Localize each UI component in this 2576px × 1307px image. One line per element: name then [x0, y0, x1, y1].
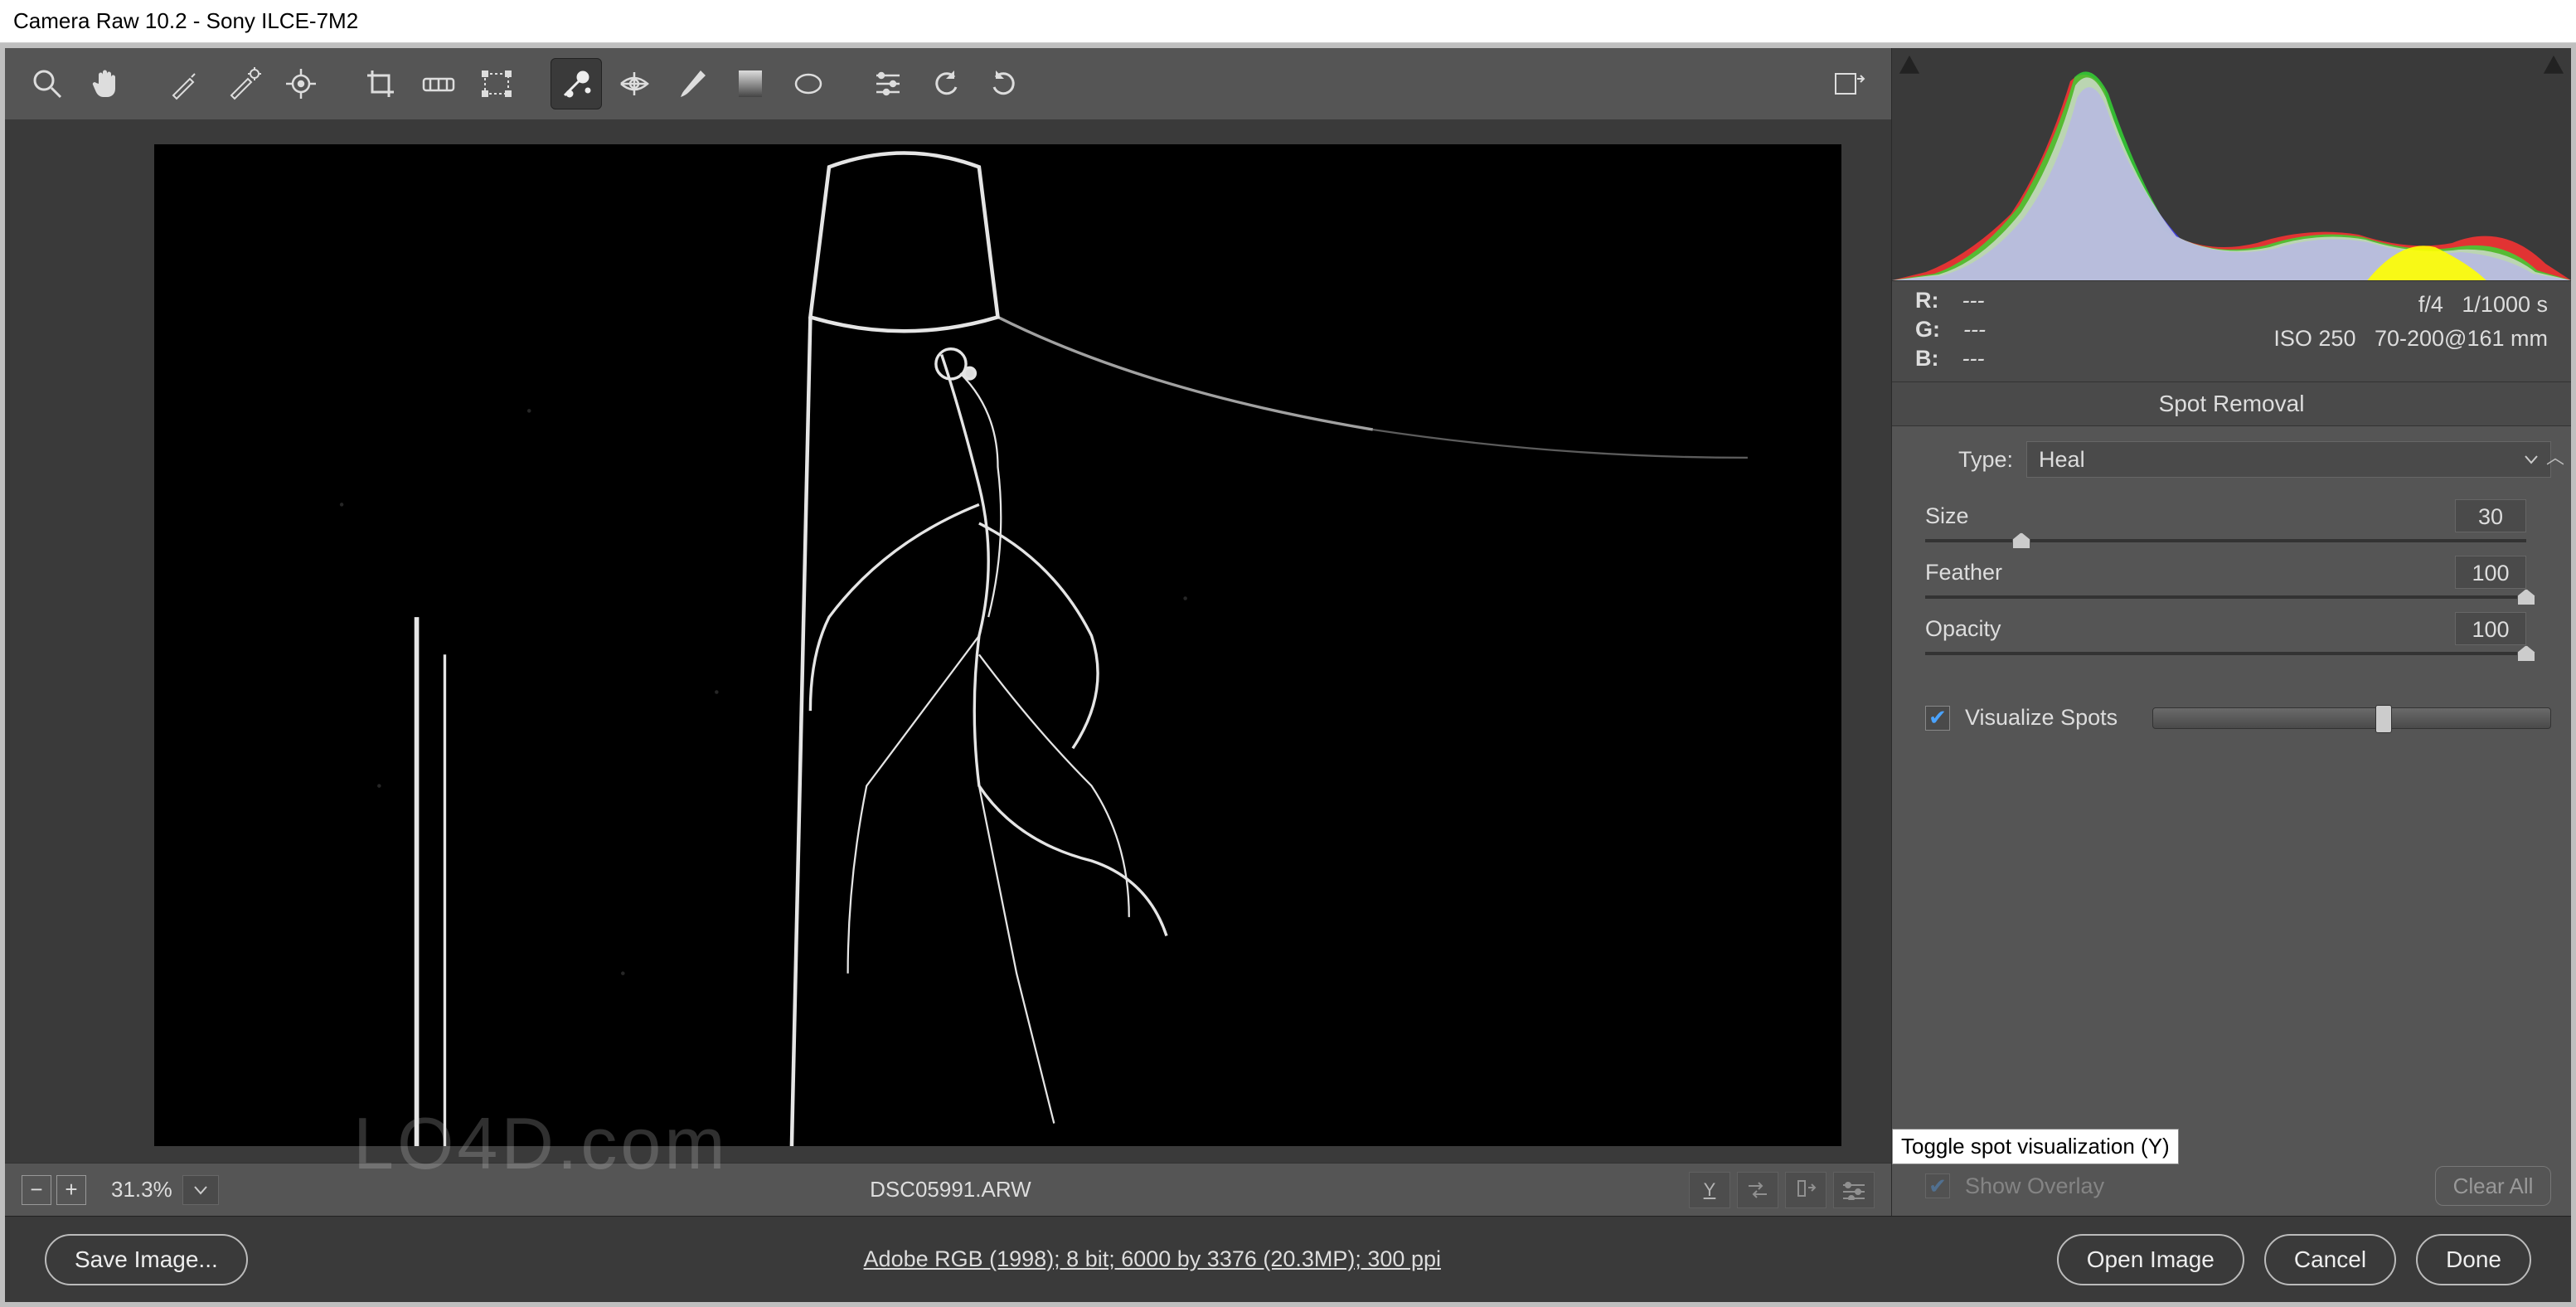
visualize-spots-label: Visualize Spots — [1965, 705, 2118, 731]
spot-removal-panel: ︿ Type: Heal Size 30 Feather 100 — [1892, 426, 2571, 1216]
histogram[interactable] — [1892, 48, 2571, 280]
type-dropdown[interactable]: Heal — [2026, 441, 2551, 478]
red-eye-tool[interactable] — [609, 58, 660, 109]
slider-track[interactable] — [1925, 539, 2526, 542]
rotate-ccw-tool[interactable] — [920, 58, 972, 109]
done-button[interactable]: Done — [2416, 1234, 2531, 1285]
slider-value-input[interactable]: 100 — [2455, 556, 2526, 589]
iso: ISO 250 — [2273, 326, 2355, 351]
slider-value-input[interactable]: 30 — [2455, 499, 2526, 532]
type-label: Type: — [1958, 447, 2013, 473]
left-column: − + 31.3% DSC05991.ARW Y — [5, 48, 1891, 1216]
b-label: B: — [1915, 346, 1939, 372]
crop-tool[interactable] — [355, 58, 406, 109]
readout: R: --- G: --- B: --- f/4 1/1000 s ISO 250 7… — [1892, 280, 2571, 382]
compare-toggle[interactable]: Y — [1689, 1172, 1730, 1208]
adjustment-brush-tool[interactable] — [667, 58, 718, 109]
r-label: R: — [1915, 288, 1939, 313]
clear-all-button[interactable]: Clear All — [2435, 1166, 2551, 1206]
window-title: Camera Raw 10.2 - Sony ILCE-7M2 — [13, 8, 358, 34]
main-area: − + 31.3% DSC05991.ARW Y — [5, 48, 2571, 1216]
slider-label: Feather — [1925, 560, 2002, 585]
spot-removal-tool[interactable] — [551, 58, 602, 109]
toggle-fullscreen-button[interactable] — [1823, 58, 1875, 109]
slider-label: Opacity — [1925, 616, 2001, 642]
open-image-button[interactable]: Open Image — [2057, 1234, 2244, 1285]
g-label: G: — [1915, 317, 1940, 343]
rotate-cw-tool[interactable] — [978, 58, 1030, 109]
image-canvas[interactable] — [154, 144, 1841, 1146]
slider-label: Size — [1925, 503, 1969, 529]
footer: LO4D.com Save Image... Adobe RGB (1998);… — [5, 1216, 2571, 1302]
graduated-filter-tool[interactable] — [725, 58, 776, 109]
visualize-spots-slider[interactable] — [2152, 707, 2551, 729]
transform-tool[interactable] — [471, 58, 522, 109]
white-balance-tool[interactable] — [159, 58, 211, 109]
cancel-button[interactable]: Cancel — [2264, 1234, 2396, 1285]
b-value: --- — [1962, 346, 1985, 372]
swap-before-after[interactable] — [1737, 1172, 1778, 1208]
slider-opacity: Opacity 100 — [1925, 612, 2526, 655]
zoom-tool[interactable] — [22, 58, 73, 109]
bottombar: − + 31.3% DSC05991.ARW Y — [5, 1163, 1891, 1216]
straighten-tool[interactable] — [413, 58, 464, 109]
tooltip: Toggle spot visualization (Y) — [1892, 1129, 2179, 1164]
r-value: --- — [1962, 288, 1985, 313]
shutter-speed: 1/1000 s — [2462, 292, 2548, 317]
aperture: f/4 — [2418, 292, 2443, 317]
titlebar: Camera Raw 10.2 - Sony ILCE-7M2 — [0, 0, 2576, 43]
show-overlay-label: Show Overlay — [1965, 1173, 2104, 1199]
slider-size: Size 30 — [1925, 499, 2526, 542]
zoom-in-button[interactable]: + — [56, 1175, 86, 1205]
zoom-value: 31.3% — [111, 1177, 172, 1203]
copy-settings[interactable] — [1785, 1172, 1826, 1208]
filename: DSC05991.ARW — [219, 1177, 1682, 1203]
type-value: Heal — [2039, 447, 2085, 473]
preferences-tool[interactable] — [862, 58, 914, 109]
panel-title: Spot Removal — [1892, 382, 2571, 426]
preferences-icon[interactable] — [1833, 1172, 1875, 1208]
canvas-wrap — [5, 119, 1891, 1163]
shadow-clip-icon[interactable] — [1895, 51, 1924, 80]
slider-track[interactable] — [1925, 652, 2526, 655]
targeted-adjustment-tool[interactable] — [275, 58, 327, 109]
show-overlay-checkbox[interactable]: ✔ — [1925, 1173, 1950, 1198]
slider-value-input[interactable]: 100 — [2455, 612, 2526, 645]
lens-info: 70-200@161 mm — [2375, 326, 2548, 351]
toolbar — [5, 48, 1891, 119]
hand-tool[interactable] — [80, 58, 131, 109]
image-spec-link[interactable]: Adobe RGB (1998); 8 bit; 6000 by 3376 (2… — [268, 1246, 2037, 1272]
right-panel: R: --- G: --- B: --- f/4 1/1000 s ISO 250 7… — [1891, 48, 2571, 1216]
image-preview — [154, 144, 1841, 1146]
zoom-dropdown[interactable] — [182, 1175, 219, 1205]
radial-filter-tool[interactable] — [783, 58, 834, 109]
zoom-out-button[interactable]: − — [22, 1175, 51, 1205]
visualize-spots-checkbox[interactable]: ✔ — [1925, 706, 1950, 731]
g-value: --- — [1963, 317, 1986, 343]
app-frame: LO4D.com — [0, 43, 2576, 1307]
slider-track[interactable] — [1925, 595, 2526, 599]
highlight-clip-icon[interactable] — [2540, 51, 2568, 80]
panel-collapse-icon[interactable]: ︿ — [2546, 443, 2564, 469]
slider-feather: Feather 100 — [1925, 556, 2526, 599]
save-image-button[interactable]: Save Image... — [45, 1234, 248, 1285]
color-sampler-tool[interactable] — [217, 58, 269, 109]
